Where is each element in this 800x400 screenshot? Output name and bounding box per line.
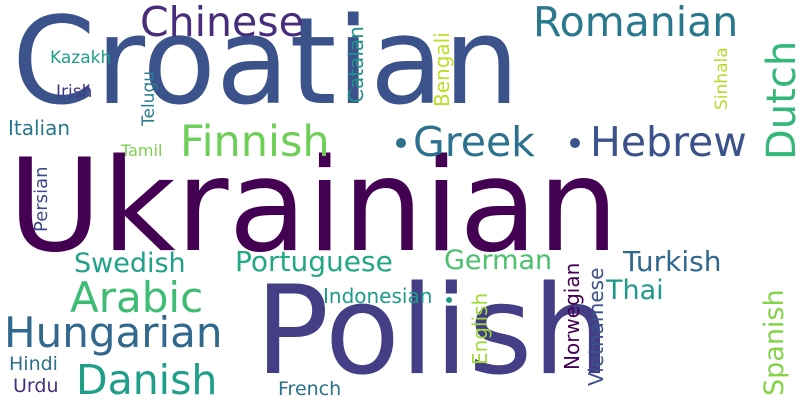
word-hungarian: Hungarian	[4, 308, 223, 357]
word-thai: Thai	[606, 275, 664, 306]
word-kazakh: Kazakh	[50, 48, 112, 68]
word-dutch: Dutch	[759, 40, 800, 160]
word-english: English	[468, 292, 492, 365]
word-indonesian: Indonesian	[323, 284, 433, 308]
word-irish: Irish	[56, 82, 93, 102]
word-chinese: Chinese	[140, 0, 304, 46]
word-bengali: Bengali	[430, 32, 454, 107]
word-hindi: Hindi	[9, 353, 58, 375]
word-tamil: Tamil	[121, 141, 163, 160]
word-sinhala: Sinhala	[712, 47, 732, 110]
word-french: French	[278, 378, 342, 400]
word-greek: Greek	[413, 118, 535, 166]
word-spanish: Spanish	[759, 289, 790, 396]
word-norwegian: Norwegian	[560, 262, 584, 370]
word-hebrew: Hebrew	[590, 118, 747, 166]
word-vietnamese: Vietnamese	[584, 267, 608, 386]
word-turkish: Turkish	[623, 245, 722, 278]
word-cloud: Ukrainian Croatian Polish Chinese Romani…	[0, 0, 800, 400]
word-german: German	[444, 245, 553, 276]
word-portuguese: Portuguese	[235, 245, 393, 278]
word-polish: Polish	[255, 260, 611, 400]
word-persian: Persian	[31, 166, 52, 232]
word-urdu: Urdu	[13, 375, 59, 397]
word-finnish: Finnish	[180, 117, 330, 167]
word-romanian: Romanian	[533, 0, 739, 46]
word-catalan: Catalan	[344, 26, 368, 103]
word-italian: Italian	[8, 116, 71, 140]
word-danish: Danish	[76, 356, 218, 400]
word-telugu: Telugu	[139, 70, 159, 126]
